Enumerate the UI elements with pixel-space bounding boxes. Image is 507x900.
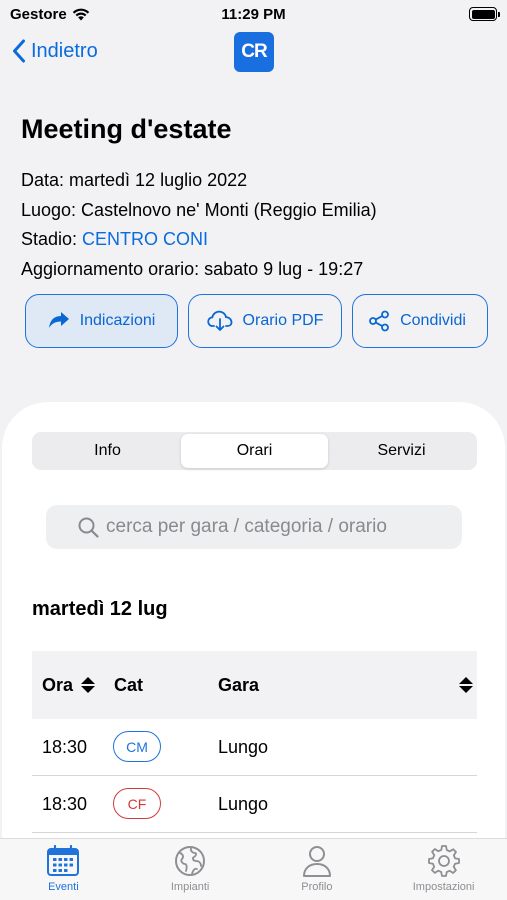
category-badge: CF	[113, 788, 161, 819]
person-icon	[302, 846, 331, 877]
search-icon	[78, 517, 99, 538]
event-stadium: Stadio: CENTRO CONI	[21, 225, 377, 255]
table-row[interactable]: 18:30 CF Lungo	[32, 776, 477, 833]
schedule-table: Ora Cat Gara 18:30 CM Lungo 18:30 CF Lun…	[32, 651, 477, 833]
row-time: 18:30	[42, 794, 88, 814]
back-label: Indietro	[31, 39, 98, 62]
tab-settings[interactable]: Impostazioni	[380, 839, 507, 900]
row-event: Lungo	[218, 794, 269, 814]
globe-icon	[175, 846, 206, 876]
search-input[interactable]	[78, 516, 462, 538]
search-bar	[46, 505, 462, 549]
tab-services[interactable]: Servizi	[328, 434, 475, 468]
segmented-control: Info Orari Servizi	[32, 432, 477, 470]
battery-icon	[469, 7, 500, 21]
table-row[interactable]: 18:30 CM Lungo	[32, 719, 477, 776]
stadium-link[interactable]: CENTRO CONI	[82, 229, 208, 249]
tab-info[interactable]: Info	[34, 434, 181, 468]
pdf-label: Orario PDF	[242, 312, 324, 329]
gear-icon	[427, 845, 460, 877]
sort-icon	[81, 677, 96, 693]
directions-button[interactable]: Indicazioni	[25, 294, 178, 348]
category-badge: CM	[113, 731, 161, 762]
share-icon	[369, 310, 389, 332]
category-header-label: Cat	[114, 674, 144, 695]
tab-venues[interactable]: Impianti	[127, 839, 254, 900]
row-time: 18:30	[42, 737, 88, 757]
status-time: 11:29 PM	[221, 6, 286, 23]
tab-events-label: Eventi	[48, 881, 79, 893]
event-date: Data: martedì 12 luglio 2022	[21, 170, 248, 190]
event-header-label: Gara	[218, 674, 260, 695]
tab-profile-label: Profilo	[301, 881, 333, 893]
back-button[interactable]: Indietro	[12, 39, 98, 63]
pdf-schedule-button[interactable]: Orario PDF	[188, 294, 342, 348]
directions-arrow-icon	[48, 312, 69, 328]
event-info: Data: martedì 12 luglio 2022 Luogo: Cast…	[21, 166, 377, 284]
sort-icon	[459, 677, 473, 693]
table-header: Ora Cat Gara	[32, 651, 477, 719]
share-button[interactable]: Condividi	[352, 294, 488, 348]
share-label: Condividi	[400, 312, 466, 329]
event-place: Luogo: Castelnovo ne' Monti (Reggio Emil…	[21, 199, 377, 220]
directions-label: Indicazioni	[79, 312, 156, 329]
tab-profile[interactable]: Profilo	[254, 839, 381, 900]
page-title: Meeting d'estate	[21, 114, 232, 144]
row-event: Lungo	[218, 737, 269, 757]
calendar-icon	[47, 845, 80, 876]
day-title: martedì 12 lug	[32, 598, 168, 620]
tab-settings-label: Impostazioni	[412, 881, 475, 893]
chevron-left-icon	[13, 39, 25, 63]
cloud-download-icon	[206, 310, 232, 331]
tab-events[interactable]: Eventi	[0, 839, 127, 900]
schedule-card: Info Orari Servizi martedì 12 lug Ora Ca…	[2, 402, 505, 842]
tab-bar: Eventi Impianti Profilo Impostazioni	[0, 838, 507, 900]
sort-event-button[interactable]	[451, 677, 473, 693]
tab-venues-label: Impianti	[170, 881, 210, 893]
stadium-label: Stadio:	[21, 229, 83, 249]
event-header: Gara	[218, 675, 259, 696]
app-logo: CR	[234, 32, 274, 72]
sort-time-header[interactable]: Ora	[42, 674, 96, 696]
action-buttons: Indicazioni Orario PDF Condividi	[25, 294, 488, 348]
time-header-label: Ora	[42, 674, 74, 695]
category-header: Cat	[114, 675, 143, 696]
event-update: Aggiornamento orario: sabato 9 lug - 19:…	[21, 258, 364, 279]
nav-bar: Indietro CR	[0, 30, 507, 76]
status-bar: Gestore 11:29 PM	[0, 0, 507, 28]
tab-schedule[interactable]: Orari	[181, 434, 328, 468]
